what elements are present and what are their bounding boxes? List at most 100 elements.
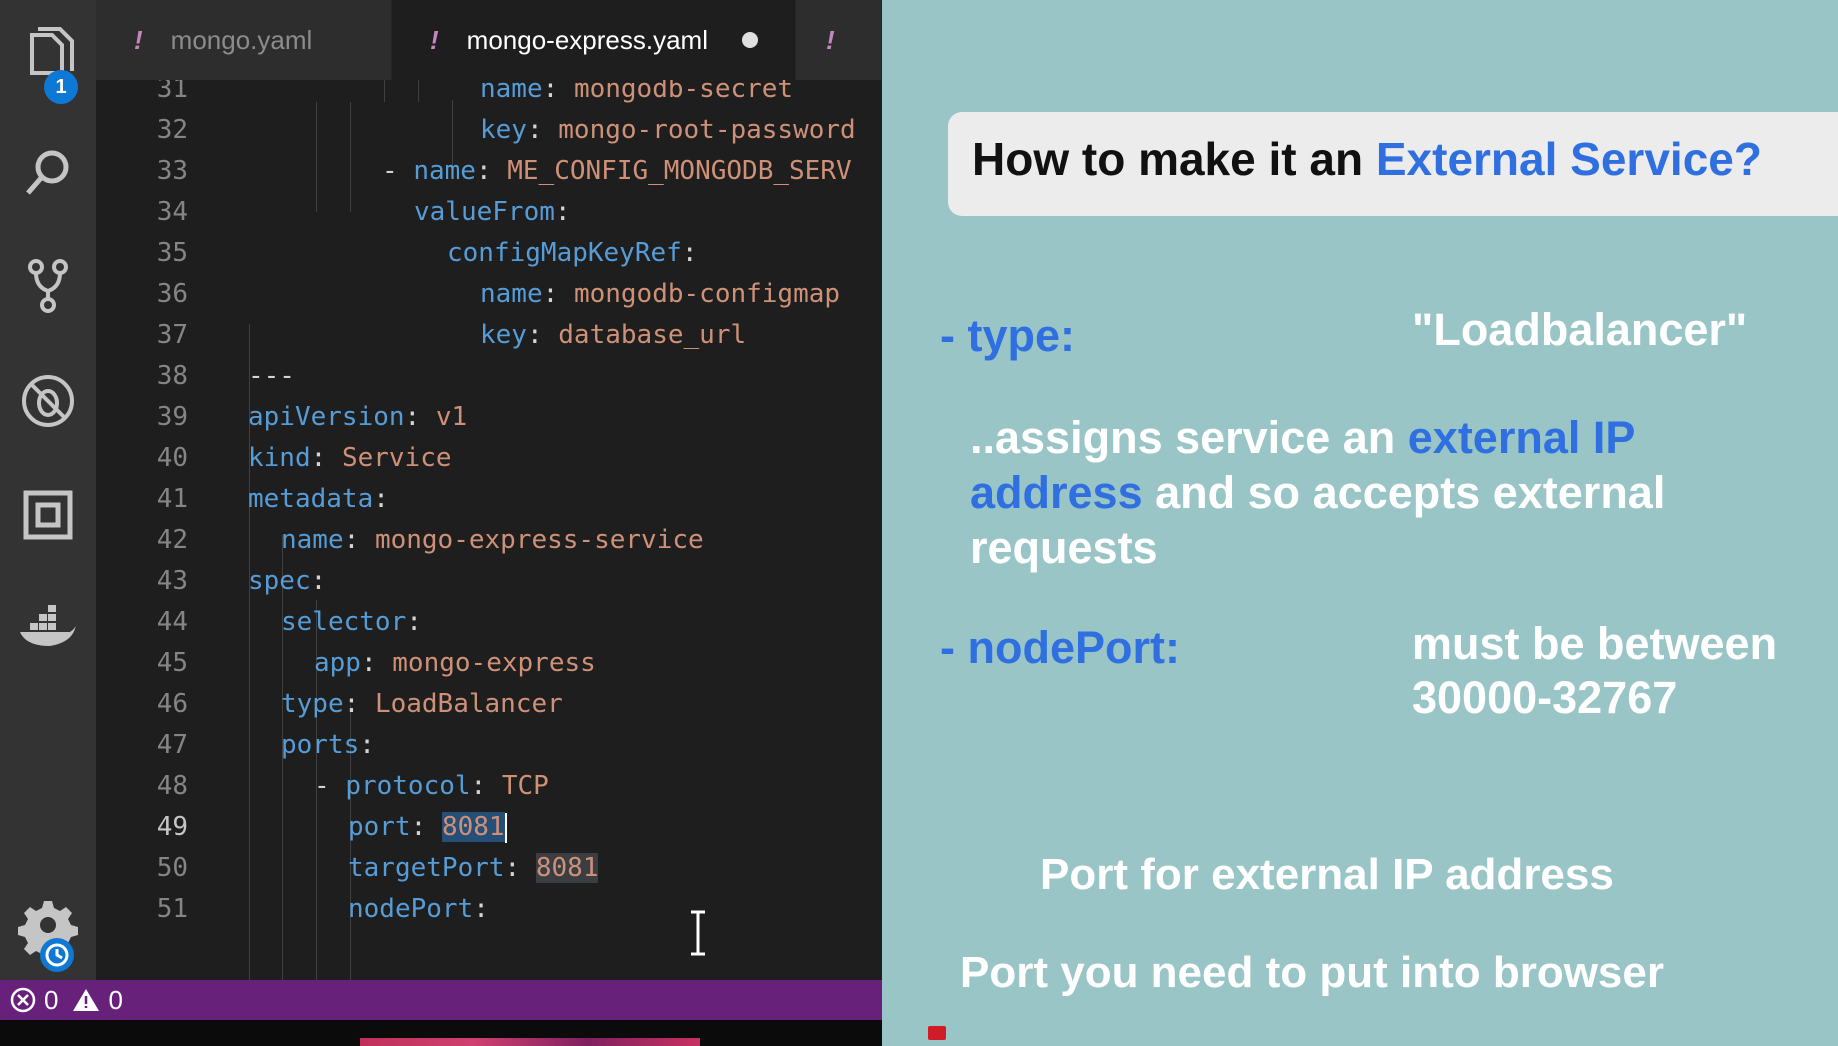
yaml-value: database_url xyxy=(558,320,747,350)
title-highlight: External Service? xyxy=(1375,133,1762,185)
yaml-key: name xyxy=(281,525,344,555)
source-control-icon[interactable] xyxy=(0,240,96,330)
docker-icon[interactable] xyxy=(0,586,96,676)
yaml-key: kind xyxy=(248,443,311,473)
title-prefix: How to make it an xyxy=(972,133,1376,185)
yaml-key: spec xyxy=(248,566,311,596)
presentation-slide: How to make it an External Service? - ty… xyxy=(882,0,1838,1046)
status-bar: 0 0 xyxy=(0,980,882,1020)
yaml-key: configMapKeyRef xyxy=(447,238,682,268)
line-number: 32 xyxy=(156,115,188,145)
yaml-document-separator: --- xyxy=(248,361,295,391)
code-line: 40 kind: Service xyxy=(96,438,882,479)
code-line: 47 ports: xyxy=(96,725,882,766)
explorer-icon[interactable]: 1 xyxy=(0,10,96,104)
tab-label: mongo.yaml xyxy=(170,24,313,55)
taskbar-strip xyxy=(0,1020,882,1046)
nodeport-value-line-1: must be between xyxy=(1412,618,1778,669)
type-value: "Loadbalancer" xyxy=(1412,304,1748,355)
line-number: 38 xyxy=(156,361,188,391)
line-number: 47 xyxy=(156,730,188,760)
yaml-value: Service xyxy=(341,443,452,473)
line-number: 33 xyxy=(156,156,188,186)
code-line: 43 spec: xyxy=(96,561,882,602)
nodeport-label: - nodePort: xyxy=(940,622,1180,673)
code-line: 50 targetPort: 8081 xyxy=(96,848,882,889)
yaml-key: type xyxy=(281,689,344,719)
code-line: 31 name: mongodb-secret xyxy=(96,80,882,110)
yaml-key: targetPort xyxy=(348,853,505,883)
extensions-icon[interactable] xyxy=(0,470,96,560)
yaml-value: LoadBalancer xyxy=(374,689,563,719)
error-icon xyxy=(10,987,36,1013)
assigns-line-2: address and so accepts external xyxy=(970,467,1666,518)
highlighted-value: 8081 xyxy=(535,853,599,883)
code-line: 32 key: mongo-root-password xyxy=(96,110,882,151)
yaml-marker-icon: ! xyxy=(134,24,143,55)
nodeport-value-line-2: 30000-32767 xyxy=(1412,672,1678,723)
list-dash: - xyxy=(314,771,346,801)
yaml-key: name xyxy=(413,156,476,186)
slide-title: How to make it an External Service? xyxy=(972,132,1762,186)
yaml-value: mongo-express-service xyxy=(374,525,704,555)
yaml-key: key xyxy=(480,115,527,145)
yaml-key: name xyxy=(480,279,543,309)
browser-note: Port you need to put into browser xyxy=(960,948,1664,997)
yaml-key: ports xyxy=(281,730,360,760)
code-line-current: 49 port: 8081 xyxy=(96,807,882,848)
code-line: 48 - protocol: TCP xyxy=(96,766,882,807)
selected-value: 8081 xyxy=(441,812,505,842)
code-line: 45 app: mongo-express xyxy=(96,643,882,684)
unsaved-dot-icon[interactable] xyxy=(741,32,758,48)
warning-icon xyxy=(73,989,100,1011)
yaml-key: metadata xyxy=(248,484,374,514)
yaml-value: mongo-express xyxy=(392,648,596,678)
line-number: 35 xyxy=(156,238,188,268)
search-icon[interactable] xyxy=(0,128,96,218)
code-line: 41 metadata: xyxy=(96,479,882,520)
yaml-key: selector xyxy=(281,607,407,637)
tab-mongo-yaml[interactable]: ! mongo.yaml xyxy=(96,0,392,80)
line-number: 37 xyxy=(156,320,188,350)
problems-indicator[interactable]: 0 0 xyxy=(10,985,123,1016)
yaml-key: protocol xyxy=(345,771,471,801)
line-number: 49 xyxy=(156,812,188,842)
yaml-key: nodePort xyxy=(348,894,474,924)
line-number: 34 xyxy=(156,197,188,227)
yaml-key: valueFrom xyxy=(414,197,555,227)
mouse-ibeam-cursor-icon xyxy=(691,910,705,956)
tab-label: mongo-express.yaml xyxy=(466,24,708,55)
update-clock-icon xyxy=(40,938,74,972)
code-line: 37 key: database_url xyxy=(96,315,882,356)
activity-bar: 1 xyxy=(0,0,96,980)
tab-mongo-express-yaml[interactable]: ! mongo-express.yaml xyxy=(392,0,796,80)
assigns-line-3: requests xyxy=(970,522,1158,573)
code-editor[interactable]: 31 name: mongodb-secret 32 key: mongo-ro… xyxy=(96,80,882,980)
code-line: 36 name: mongodb-configmap xyxy=(96,274,882,315)
line-number: 42 xyxy=(156,525,188,555)
line-number: 36 xyxy=(156,279,188,309)
list-dash: - xyxy=(382,156,414,186)
code-line: 34 valueFrom: xyxy=(96,192,882,233)
line-number: 31 xyxy=(156,80,188,104)
debug-icon[interactable] xyxy=(0,356,96,446)
yaml-key: apiVersion xyxy=(248,402,405,432)
code-line: 46 type: LoadBalancer xyxy=(96,684,882,725)
code-line: 51 nodePort: xyxy=(96,889,882,930)
tab-third[interactable]: ! xyxy=(796,0,882,80)
port-note: Port for external IP address xyxy=(1040,850,1614,899)
yaml-value: mongodb-secret xyxy=(573,80,794,104)
line-number: 45 xyxy=(156,648,188,678)
yaml-marker-icon: ! xyxy=(430,24,439,55)
code-line: 33 - name: ME_CONFIG_MONGODB_SERV xyxy=(96,151,882,192)
code-line: 35 configMapKeyRef: xyxy=(96,233,882,274)
line-number: 39 xyxy=(156,402,188,432)
warning-count: 0 xyxy=(108,984,123,1015)
line-number: 48 xyxy=(156,771,188,801)
text-cursor xyxy=(504,812,507,843)
assigns-line-1: ..assigns service an external IP xyxy=(970,412,1636,463)
yaml-value: mongodb-configmap xyxy=(573,279,841,309)
line-number: 44 xyxy=(156,607,188,637)
settings-gear-icon[interactable] xyxy=(0,880,96,972)
type-label: - type: xyxy=(940,310,1075,361)
